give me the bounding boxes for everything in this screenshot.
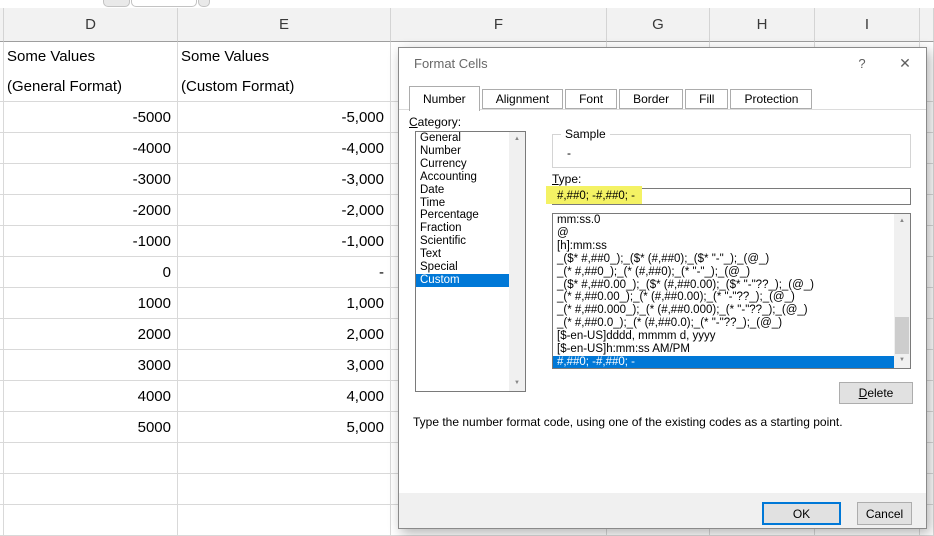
category-item-number[interactable]: Number — [416, 145, 510, 158]
column-header-I[interactable]: I — [815, 8, 920, 42]
sheet-tab-remnant — [131, 0, 197, 7]
scroll-up-icon[interactable]: ▲ — [894, 214, 910, 229]
cell-D7[interactable]: 1000 — [4, 288, 178, 319]
cancel-button[interactable]: Cancel — [857, 502, 912, 525]
column-header-D[interactable]: D — [4, 8, 178, 42]
category-label: Category: — [409, 115, 461, 129]
cell-D13[interactable] — [4, 474, 178, 505]
cell-D14[interactable] — [4, 505, 178, 536]
cell-E7[interactable]: 1,000 — [178, 288, 391, 319]
ribbon-edge-strip — [0, 0, 934, 8]
cell-E9[interactable]: 3,000 — [178, 350, 391, 381]
cell-D10[interactable]: 4000 — [4, 381, 178, 412]
type-list-item-2[interactable]: [h]:mm:ss — [553, 240, 895, 253]
cell-E10[interactable]: 4,000 — [178, 381, 391, 412]
category-item-percentage[interactable]: Percentage — [416, 209, 510, 222]
category-scrollbar[interactable]: ▲ ▼ — [509, 132, 525, 391]
column-header-H[interactable]: H — [710, 8, 815, 42]
cell-D12[interactable] — [4, 443, 178, 474]
helper-text: Type the number format code, using one o… — [413, 415, 843, 429]
column-header-G[interactable]: G — [607, 8, 710, 42]
scroll-down-icon[interactable]: ▼ — [509, 376, 525, 391]
category-item-scientific[interactable]: Scientific — [416, 235, 510, 248]
column-header-F[interactable]: F — [391, 8, 607, 42]
type-list-item-10[interactable]: [$-en-US]h:mm:ss AM/PM — [553, 343, 895, 356]
cell-D9[interactable]: 3000 — [4, 350, 178, 381]
type-list-item-8[interactable]: _(* #,##0.0_);_(* (#,##0.0);_(* "-"??_);… — [553, 317, 895, 330]
cell-D11[interactable]: 5000 — [4, 412, 178, 443]
scrollbar-thumb[interactable] — [895, 317, 909, 354]
sample-label: Sample — [561, 127, 610, 141]
sheet-tab-remnant — [198, 0, 210, 7]
ok-button[interactable]: OK — [762, 502, 841, 525]
scroll-down-icon[interactable]: ▼ — [894, 353, 910, 368]
format-cells-dialog: Format Cells ? ✕ NumberAlignmentFontBord… — [398, 47, 927, 529]
category-item-general[interactable]: General — [416, 132, 510, 145]
cell-E6[interactable]: - — [178, 257, 391, 288]
cell-E11[interactable]: 5,000 — [178, 412, 391, 443]
category-item-special[interactable]: Special — [416, 261, 510, 274]
cell-D5[interactable]: -1000 — [4, 226, 178, 257]
column-header-spacer — [920, 8, 934, 42]
scroll-up-icon[interactable]: ▲ — [509, 132, 525, 147]
tab-fill[interactable]: Fill — [685, 89, 728, 109]
type-list-item-3[interactable]: _($* #,##0_);_($* (#,##0);_($* "-"_);_(@… — [553, 253, 895, 266]
category-item-date[interactable]: Date — [416, 184, 510, 197]
category-item-accounting[interactable]: Accounting — [416, 171, 510, 184]
category-item-time[interactable]: Time — [416, 197, 510, 210]
cell-D1[interactable]: -5000 — [4, 102, 178, 133]
tab-number[interactable]: Number — [409, 86, 480, 111]
cell-E14[interactable] — [178, 505, 391, 536]
dialog-title: Format Cells — [414, 56, 488, 71]
type-list-scrollbar[interactable]: ▲ ▼ — [894, 214, 910, 368]
delete-button[interactable]: Delete — [839, 382, 913, 404]
type-list-item-4[interactable]: _(* #,##0_);_(* (#,##0);_(* "-"_);_(@_) — [553, 266, 895, 279]
cell-E1[interactable]: -5,000 — [178, 102, 391, 133]
cell-E0[interactable]: Some Values (Custom Format) — [178, 42, 391, 102]
cell-D3[interactable]: -3000 — [4, 164, 178, 195]
sheet-tab-remnant — [103, 0, 130, 7]
tab-protection[interactable]: Protection — [730, 89, 812, 109]
category-list[interactable]: ▲ ▼ GeneralNumberCurrencyAccountingDateT… — [415, 131, 526, 392]
type-input-value: #,##0; -#,##0; - — [553, 189, 910, 204]
cell-E13[interactable] — [178, 474, 391, 505]
cell-E3[interactable]: -3,000 — [178, 164, 391, 195]
dialog-footer — [399, 493, 926, 528]
type-list-item-6[interactable]: _(* #,##0.00_);_(* (#,##0.00);_(* "-"??_… — [553, 291, 895, 304]
cell-E4[interactable]: -2,000 — [178, 195, 391, 226]
cell-D4[interactable]: -2000 — [4, 195, 178, 226]
column-header-row: DEFGHI — [0, 8, 934, 42]
type-list-item-9[interactable]: [$-en-US]dddd, mmmm d, yyyy — [553, 330, 895, 343]
type-list-item-1[interactable]: @ — [553, 227, 895, 240]
cell-D0[interactable]: Some Values (General Format) — [4, 42, 178, 102]
cell-E2[interactable]: -4,000 — [178, 133, 391, 164]
help-icon[interactable]: ? — [854, 56, 870, 71]
column-header-E[interactable]: E — [178, 8, 391, 42]
sample-value: - — [567, 146, 571, 160]
category-item-currency[interactable]: Currency — [416, 158, 510, 171]
dialog-tabs: NumberAlignmentFontBorderFillProtection — [409, 87, 812, 109]
sample-groupbox: Sample - — [552, 134, 911, 168]
close-icon[interactable]: ✕ — [896, 55, 914, 72]
type-input[interactable]: #,##0; -#,##0; - — [552, 188, 911, 205]
type-list-item-7[interactable]: _(* #,##0.000_);_(* (#,##0.000);_(* "-"?… — [553, 304, 895, 317]
tab-font[interactable]: Font — [565, 89, 617, 109]
cell-E5[interactable]: -1,000 — [178, 226, 391, 257]
type-list-item-11[interactable]: #,##0; -#,##0; - — [553, 356, 895, 369]
type-list-item-5[interactable]: _($* #,##0.00_);_($* (#,##0.00);_($* "-"… — [553, 279, 895, 292]
category-item-text[interactable]: Text — [416, 248, 510, 261]
cell-E12[interactable] — [178, 443, 391, 474]
category-item-custom[interactable]: Custom — [416, 274, 510, 287]
category-item-fraction[interactable]: Fraction — [416, 222, 510, 235]
tab-border[interactable]: Border — [619, 89, 683, 109]
type-label: Type: — [552, 172, 581, 186]
cell-D6[interactable]: 0 — [4, 257, 178, 288]
cell-D8[interactable]: 2000 — [4, 319, 178, 350]
tab-alignment[interactable]: Alignment — [482, 89, 563, 109]
type-list[interactable]: ▲ ▼ mm:ss.0@[h]:mm:ss_($* #,##0_);_($* (… — [552, 213, 911, 369]
cell-D2[interactable]: -4000 — [4, 133, 178, 164]
type-list-item-0[interactable]: mm:ss.0 — [553, 214, 895, 227]
cell-E8[interactable]: 2,000 — [178, 319, 391, 350]
